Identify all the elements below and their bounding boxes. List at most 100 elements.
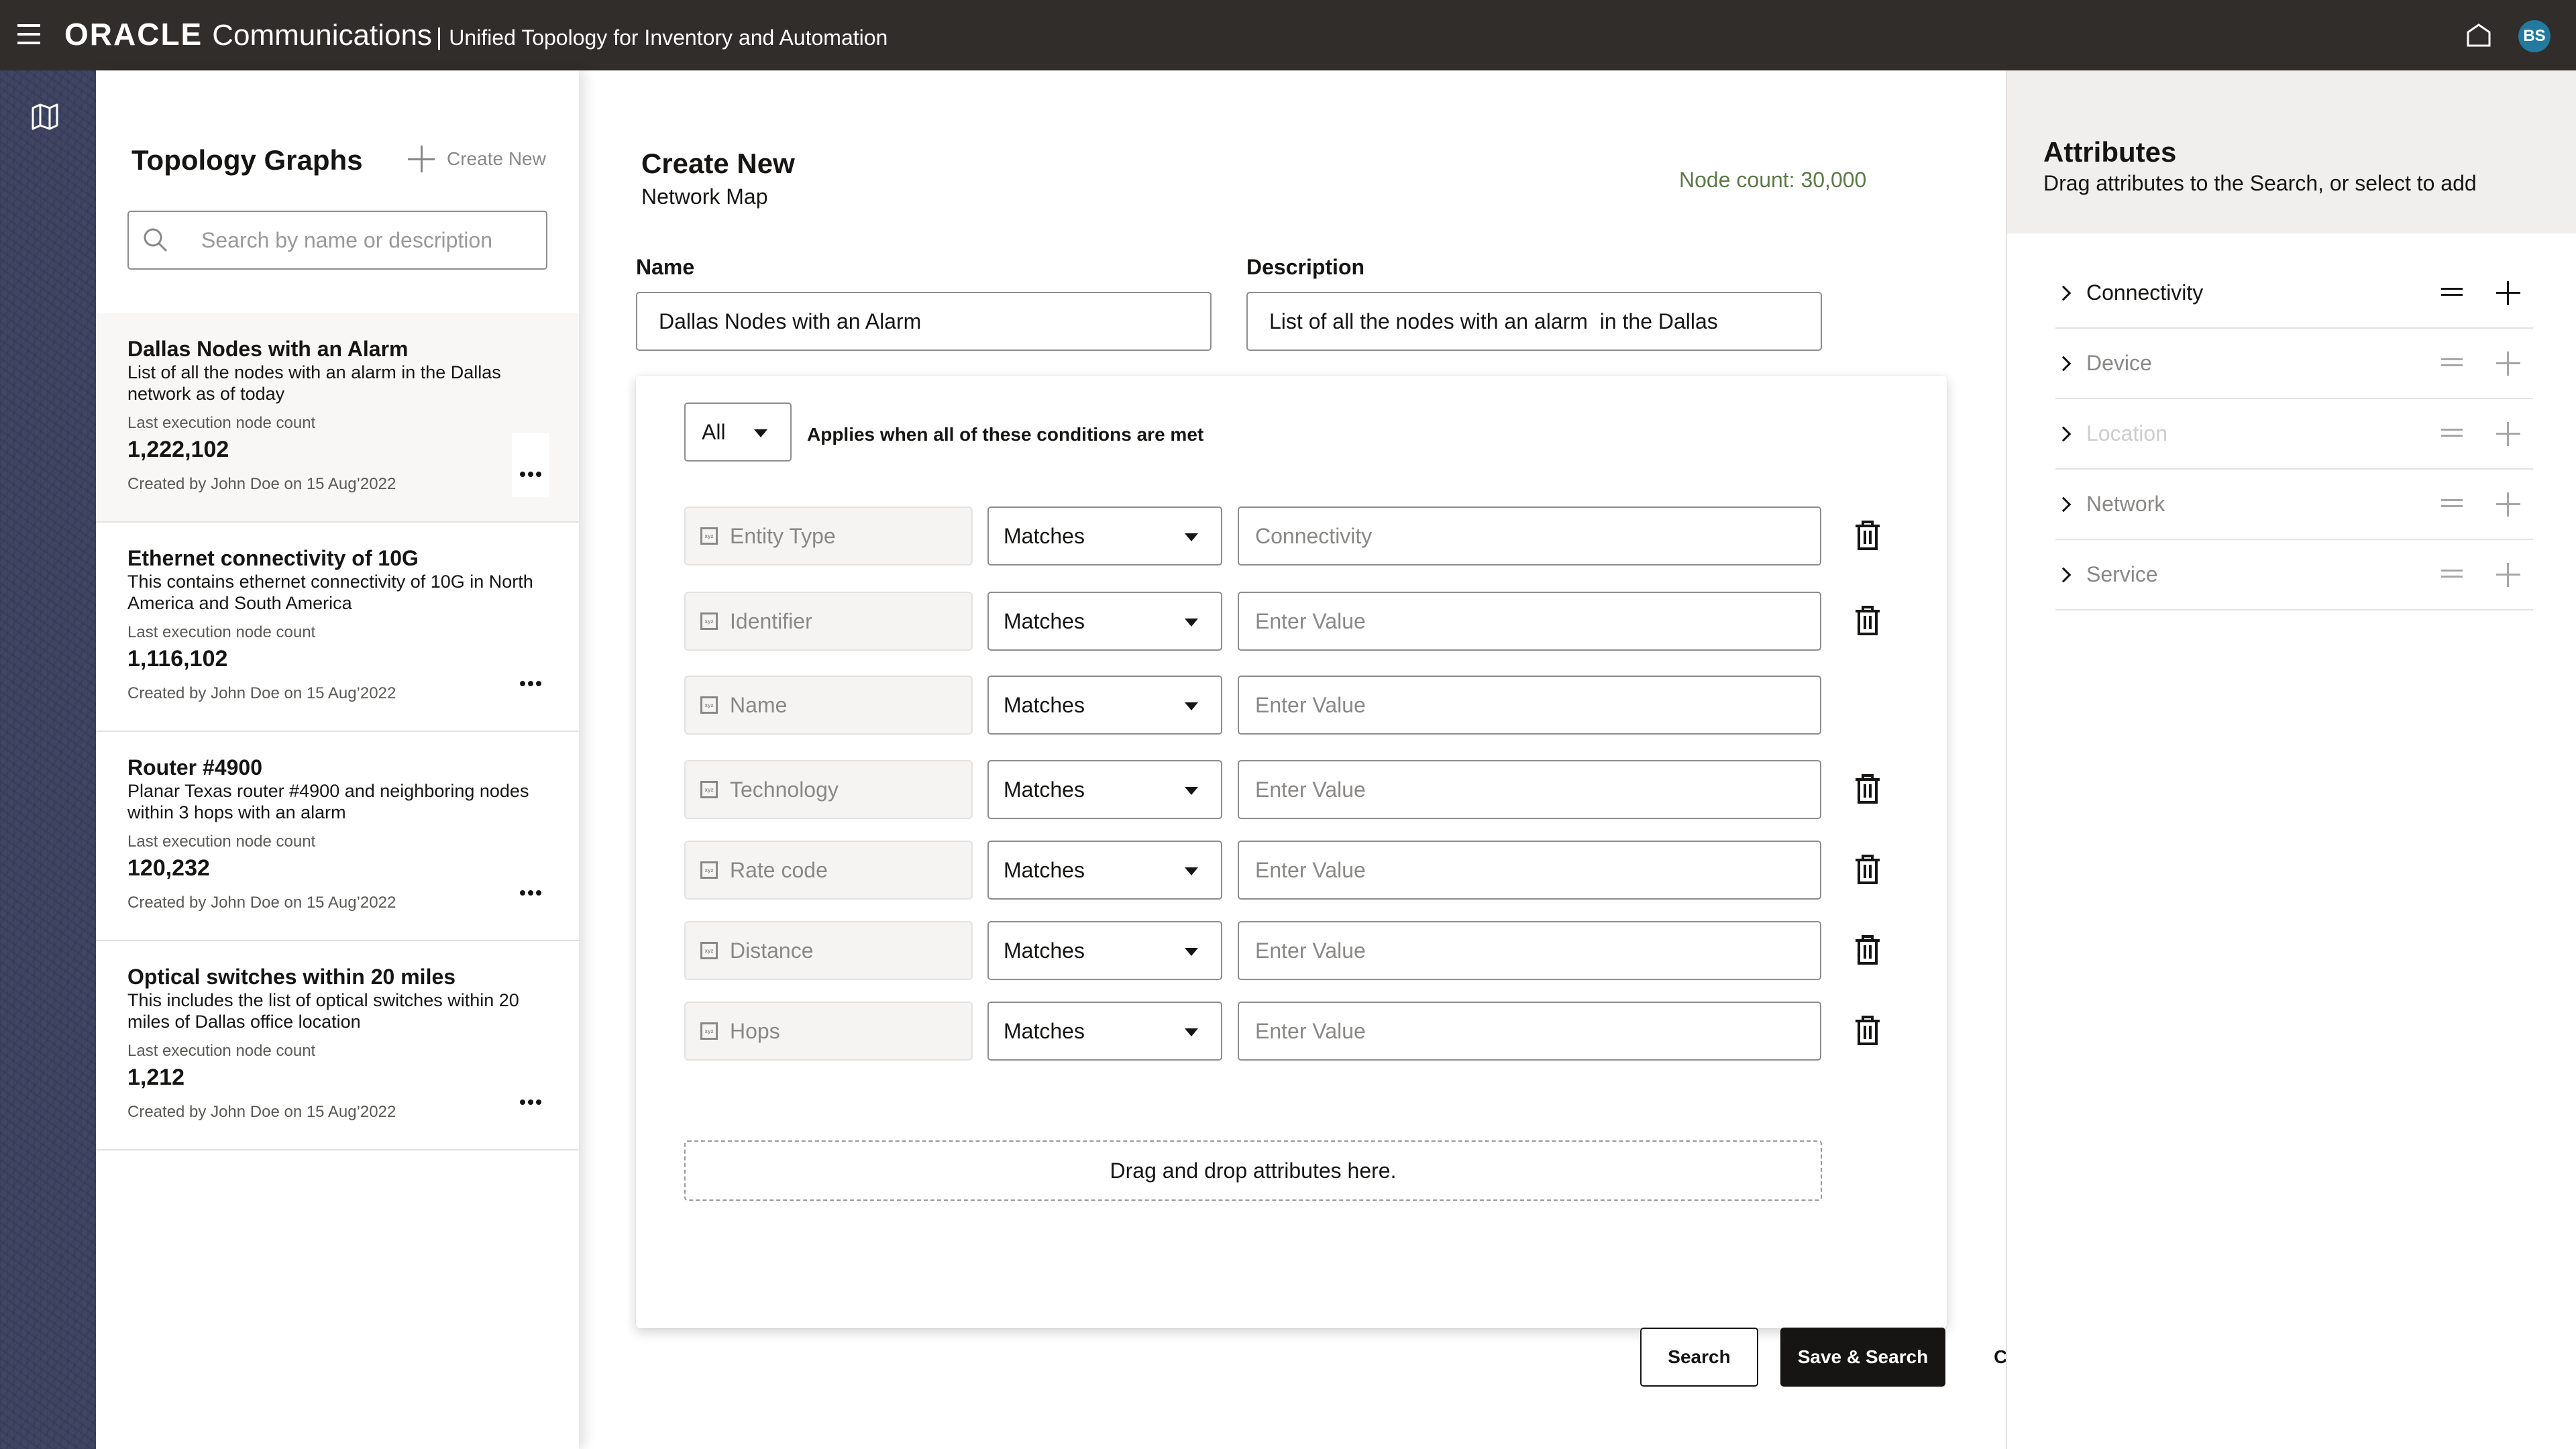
attribute-list: Connectivity Device Location Network Ser… <box>2055 258 2533 610</box>
attribute-label: Service <box>2086 562 2158 586</box>
operator-select[interactable]: Matches <box>987 676 1222 735</box>
value-input[interactable] <box>1238 760 1821 819</box>
item-title: Router #4900 <box>127 755 262 780</box>
condition-row: xyz Rate code Matches <box>684 841 1919 900</box>
name-input[interactable] <box>636 292 1212 351</box>
value-input[interactable] <box>1238 592 1821 651</box>
item-description: This contains ethernet connectivity of 1… <box>127 572 533 613</box>
conditions-card: All Applies when all of these conditions… <box>636 376 1947 1328</box>
attributes-subtitle: Drag attributes to the Search, or select… <box>2043 171 2477 195</box>
add-icon[interactable] <box>2496 492 2520 517</box>
attribute-item-network[interactable]: Network <box>2055 470 2533 540</box>
attribute-drop-zone[interactable]: Drag and drop attributes here. <box>684 1140 1822 1201</box>
drag-handle-icon[interactable] <box>2441 499 2463 507</box>
value-input[interactable] <box>1238 841 1821 900</box>
list-item[interactable]: Dallas Nodes with an Alarm List of all t… <box>96 313 579 523</box>
panel-title: Topology Graphs <box>131 144 363 176</box>
drag-handle-icon[interactable] <box>2441 358 2463 366</box>
more-options-icon[interactable] <box>512 1061 549 1125</box>
operator-select[interactable]: Matches <box>987 592 1222 651</box>
map-icon[interactable] <box>31 103 59 131</box>
drag-handle-icon[interactable] <box>2441 288 2463 296</box>
list-item[interactable]: Optical switches within 20 miles This in… <box>96 941 579 1150</box>
operator-value: Matches <box>1004 692 1085 717</box>
hamburger-menu-icon[interactable] <box>17 24 40 44</box>
value-input[interactable] <box>1238 676 1821 735</box>
trash-icon[interactable] <box>1854 934 1881 965</box>
attribute-item-service[interactable]: Service <box>2055 540 2533 610</box>
attribute-field: xyz Name <box>684 676 973 735</box>
add-icon[interactable] <box>2496 352 2520 376</box>
more-options-icon[interactable] <box>512 851 549 916</box>
page-title: Create New <box>641 148 795 179</box>
operator-select[interactable]: Matches <box>987 760 1222 819</box>
applies-text: Applies when all of these conditions are… <box>807 424 1204 445</box>
text-type-icon: xyz <box>700 612 718 630</box>
condition-row: xyz Name Matches <box>684 676 1919 735</box>
more-options-icon[interactable] <box>512 642 549 706</box>
list-item[interactable]: Router #4900 Planar Texas router #4900 a… <box>96 732 579 941</box>
attribute-field: xyz Rate code <box>684 841 973 900</box>
search-input[interactable] <box>201 227 523 253</box>
text-type-icon: xyz <box>700 696 718 714</box>
description-input[interactable] <box>1246 292 1822 351</box>
item-title: Optical switches within 20 miles <box>127 965 456 989</box>
home-icon[interactable] <box>2466 23 2491 47</box>
operator-select[interactable]: Matches <box>987 1002 1222 1061</box>
attributes-header: Attributes Drag attributes to the Search… <box>2007 70 2576 233</box>
description-label: Description <box>1246 255 1365 279</box>
operator-select[interactable]: Matches <box>987 841 1222 900</box>
match-mode-select[interactable]: All <box>684 402 792 462</box>
drag-handle-icon[interactable] <box>2441 429 2463 437</box>
operator-value: Matches <box>1004 523 1085 548</box>
value-input[interactable] <box>1238 1002 1821 1061</box>
search-field[interactable] <box>127 211 547 270</box>
dropdown-arrow-icon <box>754 429 767 437</box>
attribute-name: Entity Type <box>730 523 836 548</box>
trash-icon[interactable] <box>1854 520 1881 551</box>
user-avatar[interactable]: BS <box>2518 20 2551 52</box>
search-icon <box>144 228 168 252</box>
chevron-right-icon[interactable] <box>2055 567 2072 582</box>
more-options-icon[interactable] <box>512 433 549 497</box>
item-title: Dallas Nodes with an Alarm <box>127 337 409 361</box>
item-count-label: Last execution node count <box>127 1042 316 1060</box>
add-icon[interactable] <box>2496 563 2520 587</box>
item-description: List of all the nodes with an alarm in t… <box>127 362 501 404</box>
value-input[interactable] <box>1238 921 1821 980</box>
create-network-map-form: Create New Network Map Node count: 30,00… <box>579 70 2055 1449</box>
trash-icon[interactable] <box>1854 605 1881 636</box>
dropdown-arrow-icon <box>1185 867 1198 875</box>
attribute-field: xyz Entity Type <box>684 506 973 566</box>
add-icon[interactable] <box>2496 422 2520 446</box>
trash-icon[interactable] <box>1854 854 1881 885</box>
item-count-label: Last execution node count <box>127 414 316 432</box>
chevron-right-icon[interactable] <box>2055 426 2072 441</box>
value-input[interactable] <box>1238 506 1821 566</box>
attribute-label: Connectivity <box>2086 280 2204 305</box>
dropdown-arrow-icon <box>1185 1028 1198 1036</box>
attribute-name: Hops <box>730 1018 780 1043</box>
trash-icon[interactable] <box>1854 1015 1881 1046</box>
trash-icon[interactable] <box>1854 773 1881 804</box>
drag-handle-icon[interactable] <box>2441 570 2463 578</box>
attribute-item-connectivity[interactable]: Connectivity <box>2055 258 2533 329</box>
operator-value: Matches <box>1004 777 1085 802</box>
attributes-title: Attributes <box>2043 136 2177 168</box>
attribute-item-location[interactable]: Location <box>2055 399 2533 470</box>
chevron-right-icon[interactable] <box>2055 356 2072 371</box>
chevron-right-icon[interactable] <box>2055 285 2072 301</box>
create-new-label: Create New <box>447 148 546 169</box>
attribute-name: Technology <box>730 777 839 802</box>
create-new-button[interactable]: Create New <box>408 146 546 172</box>
attribute-item-device[interactable]: Device <box>2055 329 2533 399</box>
search-button[interactable]: Search <box>1640 1328 1758 1387</box>
list-item[interactable]: Ethernet connectivity of 10G This contai… <box>96 523 579 732</box>
attribute-name: Identifier <box>730 608 812 633</box>
add-icon[interactable] <box>2496 281 2520 305</box>
operator-select[interactable]: Matches <box>987 921 1222 980</box>
save-and-search-button[interactable]: Save & Search <box>1780 1328 1945 1387</box>
operator-select[interactable]: Matches <box>987 506 1222 566</box>
page-subtitle: Network Map <box>641 184 768 209</box>
chevron-right-icon[interactable] <box>2055 496 2072 512</box>
